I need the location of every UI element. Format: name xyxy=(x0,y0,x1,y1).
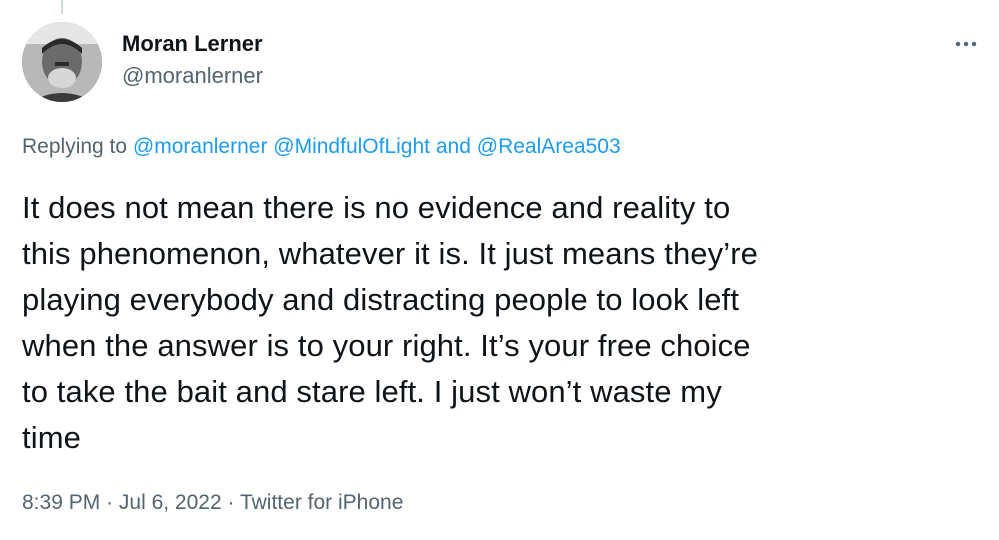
author-handle[interactable]: @moranlerner xyxy=(122,62,263,90)
replying-to: Replying to @moranlerner @MindfulOfLight… xyxy=(22,133,621,161)
more-horizontal-icon xyxy=(955,41,977,47)
reply-mention-moranlerner[interactable]: @moranlerner xyxy=(133,135,268,158)
meta-separator: · xyxy=(106,491,114,514)
tweet-text-line: playing everybody and distracting people… xyxy=(22,282,740,317)
tweet-source[interactable]: Twitter for iPhone xyxy=(240,491,403,514)
tweet-timestamp-date[interactable]: Jul 6, 2022 xyxy=(119,491,222,514)
tweet-author: Moran Lerner @moranlerner xyxy=(122,30,263,90)
avatar-photo xyxy=(22,22,102,102)
more-options-button[interactable] xyxy=(951,32,981,56)
meta-separator: · xyxy=(227,491,235,514)
reply-mention-mindfuloflight[interactable]: @MindfulOfLight xyxy=(273,135,430,158)
tweet-text-line: time xyxy=(22,420,81,455)
tweet-text-line: to take the bait and stare left. I just … xyxy=(22,374,722,409)
tweet-text-line: this phenomenon, whatever it is. It just… xyxy=(22,236,758,271)
reply-mention-realarea503[interactable]: @RealArea503 xyxy=(477,135,621,158)
thread-connector-line xyxy=(61,0,63,14)
tweet-metadata: 8:39 PM · Jul 6, 2022 · Twitter for iPho… xyxy=(22,489,403,517)
tweet-text: It does not mean there is no evidence an… xyxy=(22,185,982,461)
avatar[interactable] xyxy=(22,22,102,102)
replying-to-label: Replying to xyxy=(22,135,128,158)
tweet-timestamp-time[interactable]: 8:39 PM xyxy=(22,491,100,514)
author-display-name[interactable]: Moran Lerner xyxy=(122,30,263,58)
tweet-text-line: It does not mean there is no evidence an… xyxy=(22,190,731,225)
tweet-text-line: when the answer is to your right. It’s y… xyxy=(22,328,751,363)
reply-mention-conjunction: and xyxy=(435,135,471,158)
